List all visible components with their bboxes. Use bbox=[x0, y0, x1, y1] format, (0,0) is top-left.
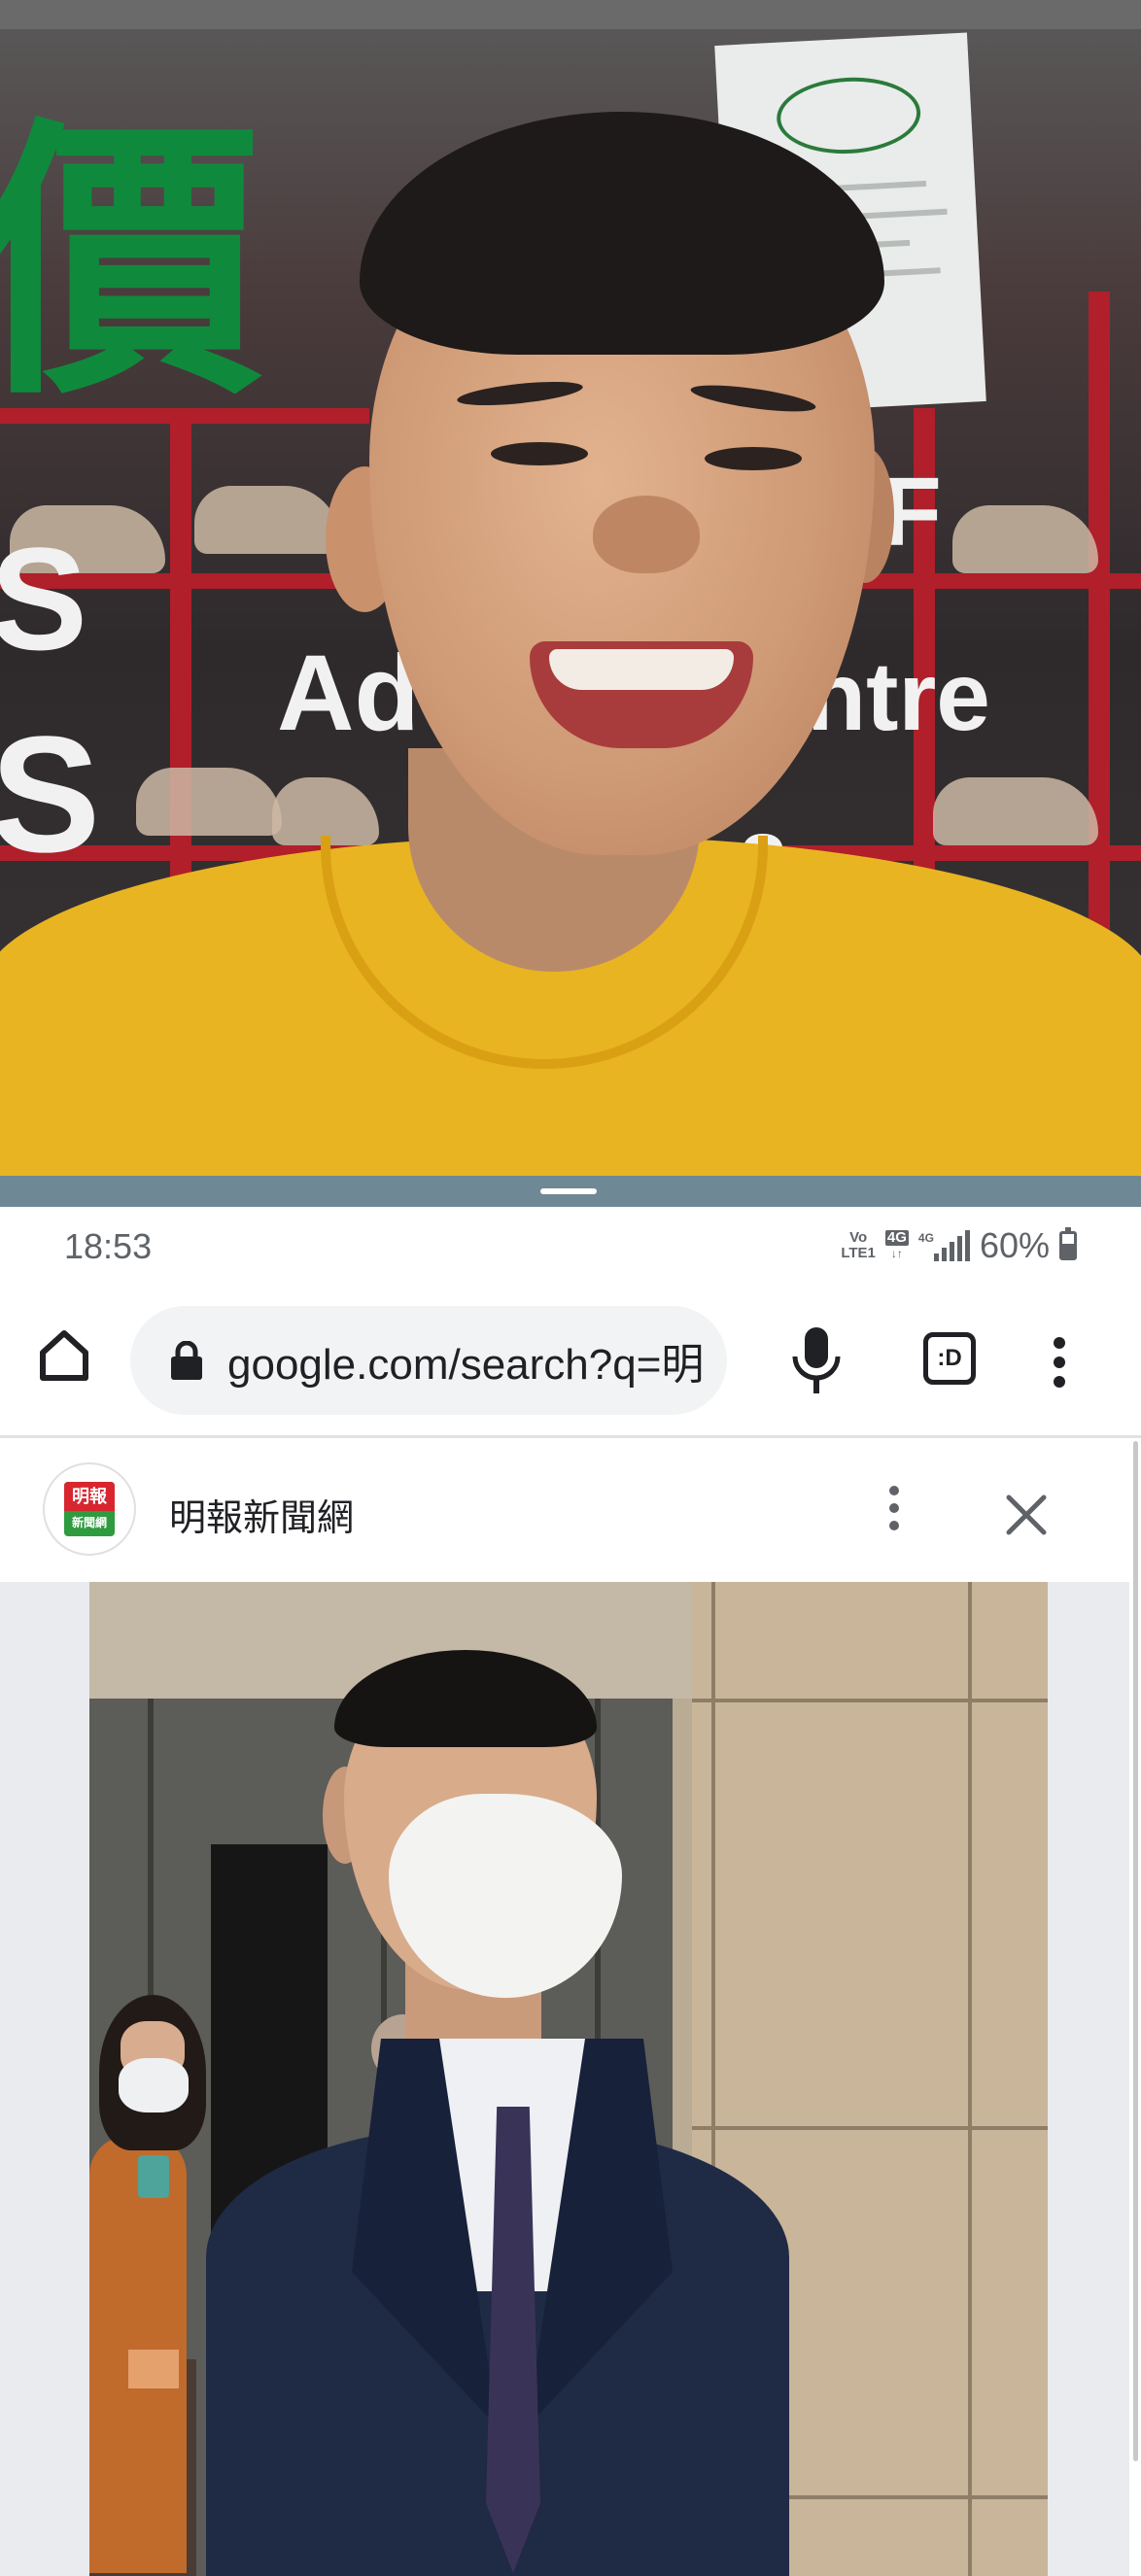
teeth bbox=[549, 649, 734, 690]
home-button[interactable] bbox=[35, 1325, 93, 1384]
pillar-seam bbox=[692, 2126, 1048, 2130]
phone bbox=[138, 2155, 169, 2198]
shelf-post bbox=[170, 408, 191, 952]
volte-bottom-label: LTE1 bbox=[841, 1245, 876, 1261]
battery-percent: 60% bbox=[979, 1225, 1050, 1265]
network-4g-icon: 4G ↓↑ bbox=[884, 1229, 909, 1261]
battery-fill bbox=[1062, 1243, 1074, 1257]
glass-lettering: S bbox=[0, 517, 88, 680]
volte-top-label: Vo bbox=[849, 1229, 868, 1246]
shoe bbox=[933, 777, 1098, 845]
photo-frame-bar bbox=[0, 0, 1141, 29]
more-vert-icon[interactable] bbox=[1048, 1335, 1071, 1403]
eye bbox=[705, 447, 802, 470]
voice-search-button[interactable] bbox=[785, 1323, 847, 1397]
address-bar[interactable]: google.com/search?q=明 bbox=[130, 1306, 727, 1415]
shoe bbox=[136, 768, 282, 836]
divider-handle[interactable] bbox=[540, 1188, 597, 1194]
preview-image[interactable] bbox=[89, 1582, 1048, 2576]
status-time: 18:53 bbox=[64, 1226, 153, 1266]
shoe bbox=[952, 505, 1098, 573]
store-sign-character: 價 bbox=[0, 90, 262, 433]
notice-logo bbox=[775, 74, 923, 157]
source-name[interactable]: 明報新聞網 bbox=[169, 1488, 354, 1541]
home-icon bbox=[40, 1330, 88, 1381]
network-badge-label: 4G bbox=[884, 1229, 909, 1246]
source-favicon[interactable]: 明報 新聞網 bbox=[43, 1462, 136, 1556]
battery-icon bbox=[1059, 1227, 1077, 1260]
logo-top-text: 明報 bbox=[64, 1482, 115, 1511]
split-screen-divider[interactable] bbox=[0, 1176, 1141, 1207]
logo-bottom-text: 新聞網 bbox=[71, 1516, 107, 1529]
close-button[interactable] bbox=[1001, 1490, 1052, 1540]
url-text[interactable]: google.com/search?q=明 bbox=[227, 1329, 704, 1391]
lock-icon[interactable] bbox=[169, 1341, 204, 1380]
pillar-seam bbox=[692, 1699, 1048, 1702]
id-badge bbox=[128, 2350, 179, 2388]
scrollbar[interactable] bbox=[1129, 1441, 1141, 2576]
mingpao-logo-icon: 明報 新聞網 bbox=[64, 1482, 115, 1536]
more-options-icon[interactable] bbox=[884, 1486, 904, 1544]
status-bar: 18:53 Vo LTE1 4G ↓↑ 4G 60% bbox=[0, 1207, 1141, 1283]
image-source-header: 明報 新聞網 明報新聞網 bbox=[0, 1441, 1129, 1582]
tab-switcher-button[interactable]: :D bbox=[923, 1332, 976, 1385]
glass-lettering: S bbox=[0, 703, 101, 887]
image-preview-area bbox=[0, 1582, 1129, 2576]
pillar-seam bbox=[968, 1582, 972, 2576]
mic-icon bbox=[792, 1327, 841, 1393]
browser-toolbar: google.com/search?q=明 :D bbox=[0, 1283, 1141, 1438]
volte-icon: Vo LTE1 bbox=[841, 1230, 876, 1261]
shoe bbox=[194, 486, 340, 554]
shelf-post bbox=[1089, 292, 1110, 972]
nose bbox=[593, 496, 700, 573]
eye bbox=[491, 442, 588, 465]
status-icons: Vo LTE1 4G ↓↑ 4G 60% bbox=[841, 1224, 1077, 1267]
scrollbar-thumb[interactable] bbox=[1133, 1441, 1138, 2461]
background-person-mask bbox=[119, 2058, 189, 2112]
data-arrows-icon: ↓↑ bbox=[890, 1247, 903, 1260]
signal-network-label: 4G bbox=[917, 1231, 934, 1245]
top-photo: 價 /F Ad ntre r 2 S S bbox=[0, 0, 1141, 1176]
close-icon bbox=[1006, 1494, 1047, 1535]
signal-bars bbox=[933, 1230, 970, 1261]
signal-icon: 4G bbox=[918, 1230, 970, 1261]
